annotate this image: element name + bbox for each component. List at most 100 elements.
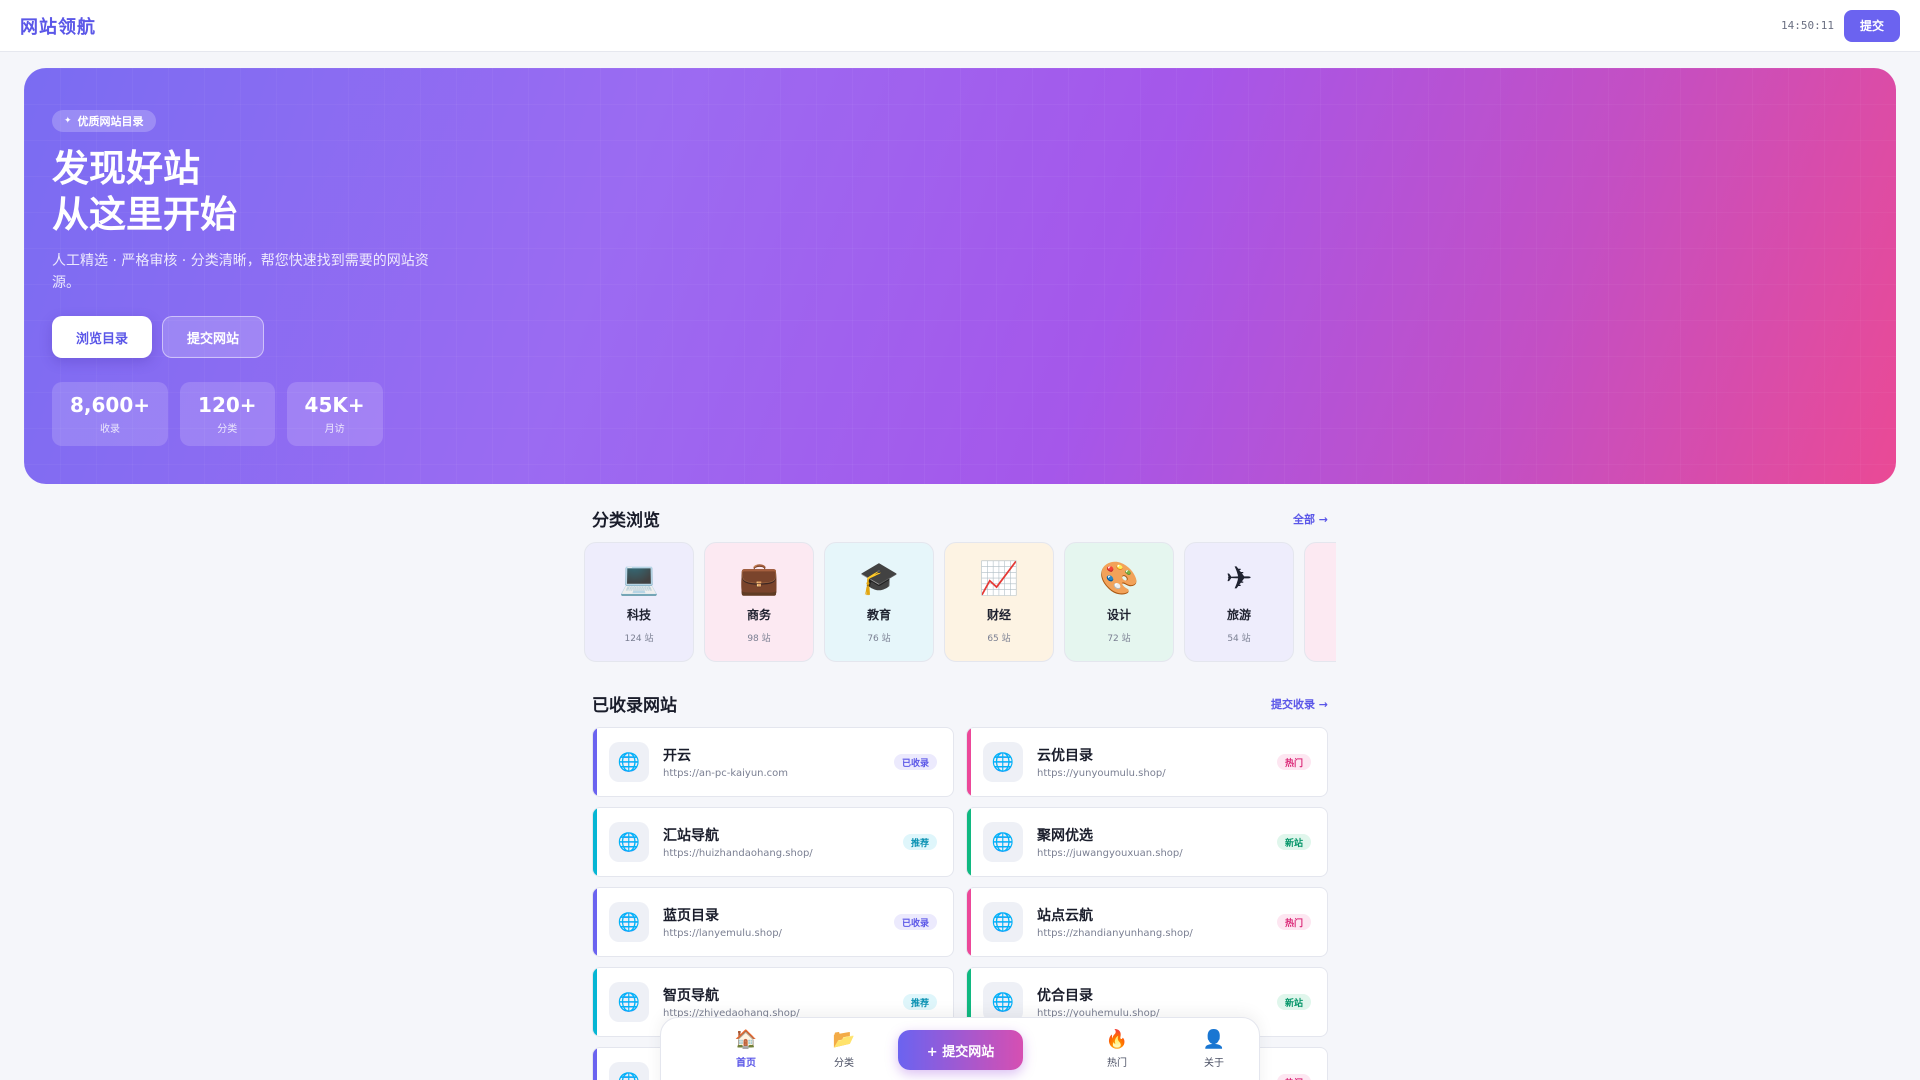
nav-hot[interactable]: 🔥 热门	[1087, 1029, 1147, 1070]
nav-label: 分类	[834, 1058, 854, 1069]
stat-value: 45K+	[304, 393, 365, 417]
site-card[interactable]: 🌐 云优目录 https://yunyoumulu.shop/热门	[966, 727, 1328, 797]
nav-label: 热门	[1107, 1058, 1127, 1069]
site-url[interactable]: https://huizhandaohang.shop/	[663, 848, 903, 859]
hero-title-line1: 发现好站	[52, 147, 200, 190]
globe-icon: 🌐	[983, 982, 1023, 1022]
site-card[interactable]: 🌐 站点云航 https://zhandianyunhang.shop/热门	[966, 887, 1328, 957]
site-text: 站点云航 https://zhandianyunhang.shop/	[1037, 905, 1277, 939]
site-name: 优合目录	[1037, 988, 1093, 1004]
header-submit-button[interactable]: 提交	[1843, 9, 1900, 42]
stat-label: 收录	[100, 424, 121, 435]
top-right: 14:50:11 提交	[1781, 9, 1900, 42]
chart-up-icon: 📈	[979, 559, 1019, 597]
accent-bar	[967, 808, 971, 876]
category-card[interactable]: 🎨 设计 72 站	[1064, 542, 1174, 662]
sites-header: 已收录网站 提交收录 →	[592, 691, 1328, 716]
fire-icon: 🔥	[1105, 1029, 1129, 1050]
globe-icon: 🌐	[983, 822, 1023, 862]
site-url[interactable]: https://lanyemulu.shop/	[663, 928, 894, 939]
sparkle-icon: ✦	[64, 116, 72, 126]
site-url[interactable]: https://juwangyouxuan.shop/	[1037, 848, 1277, 859]
site-tag: 新站	[1276, 994, 1311, 1010]
site-url[interactable]: https://yunyoumulu.shop/	[1037, 768, 1277, 779]
site-tag: 已收录	[893, 914, 937, 930]
accent-bar	[967, 888, 971, 956]
graduation-cap-icon: 🎓	[859, 559, 899, 597]
site-card[interactable]: 🌐 蓝页目录 https://lanyemulu.shop/已收录	[592, 887, 954, 957]
site-tag: 已收录	[893, 754, 937, 770]
bottom-nav: 🏠 首页 📂 分类 + 提交网站 🔥 热门 👤 关于	[660, 1017, 1260, 1080]
stat-value: 120+	[198, 393, 257, 417]
globe-icon: 🌐	[609, 742, 649, 782]
accent-bar	[593, 728, 597, 796]
globe-icon: 🌐	[609, 982, 649, 1022]
site-name: 蓝页目录	[663, 908, 719, 924]
hero-title-line2: 从这里开始	[52, 193, 237, 236]
accent-bar	[593, 808, 597, 876]
site-card[interactable]: 🌐 开云 https://an-pc-kaiyun.com 已收录	[592, 727, 954, 797]
browse-directory-button[interactable]: 浏览目录	[52, 316, 152, 358]
stat-label: 月访	[324, 424, 345, 435]
site-tag: 新站	[1276, 834, 1311, 850]
globe-icon: 🌐	[609, 902, 649, 942]
hero-actions: 浏览目录 提交网站	[52, 316, 472, 358]
category-count: 124 站	[624, 634, 654, 644]
nav-submit-site-button[interactable]: + 提交网站	[898, 1030, 1023, 1070]
category-count: 76 站	[867, 634, 891, 644]
site-name: 智页导航	[663, 988, 719, 1004]
site-text: 聚网优选 https://juwangyouxuan.shop/	[1037, 825, 1277, 859]
submit-listing-link[interactable]: 提交收录 →	[1271, 696, 1328, 712]
airplane-icon: ✈	[1225, 559, 1253, 597]
hero-content: ✦ 优质网站目录 发现好站 从这里开始 人工精选 · 严格审核 · 分类清晰，帮…	[52, 108, 472, 446]
hero-submit-site-button[interactable]: 提交网站	[162, 316, 264, 358]
site-card[interactable]: 🌐 聚网优选 https://juwangyouxuan.shop/新站	[966, 807, 1328, 877]
site-name: 汇站导航	[663, 828, 719, 844]
home-icon: 🏠	[734, 1029, 758, 1050]
site-name: 聚网优选	[1037, 828, 1093, 844]
stat-label: 分类	[217, 424, 238, 435]
site-name: 站点云航	[1037, 908, 1093, 924]
hero-stats: 8,600+ 收录 120+ 分类 45K+ 月访	[52, 382, 472, 446]
site-text: 云优目录 https://yunyoumulu.shop/	[1037, 745, 1277, 779]
palette-icon: 🎨	[1099, 559, 1139, 597]
category-card[interactable]: 💼 商务 98 站	[704, 542, 814, 662]
categories-title: 分类浏览	[592, 511, 660, 531]
category-card[interactable]: 📈 财经 65 站	[944, 542, 1054, 662]
view-all-categories-link[interactable]: 全部 →	[1293, 511, 1328, 527]
brand-logo[interactable]: 网站领航	[20, 13, 96, 39]
globe-icon: 🌐	[983, 742, 1023, 782]
nav-label: 首页	[736, 1058, 756, 1069]
site-name: 开云	[663, 748, 691, 764]
folder-icon: 📂	[832, 1029, 856, 1050]
category-card[interactable]: 🎓 教育 76 站	[824, 542, 934, 662]
hero-banner: ✦ 优质网站目录 发现好站 从这里开始 人工精选 · 严格审核 · 分类清晰，帮…	[24, 68, 1896, 484]
nav-categories[interactable]: 📂 分类	[814, 1029, 874, 1070]
site-tag: 热门	[1276, 1074, 1311, 1080]
category-card[interactable]: ✈ 旅游 54 站	[1184, 542, 1294, 662]
category-carousel[interactable]: 💻 科技 124 站 💼 商务 98 站 🎓 教育 76 站 📈 财经 65 站 🎨 设计 72 站 ✈ 旅游 5…	[584, 542, 1336, 662]
category-card[interactable]	[1304, 542, 1336, 662]
accent-bar	[593, 968, 597, 1036]
nav-home[interactable]: 🏠 首页	[716, 1029, 776, 1070]
accent-bar	[593, 888, 597, 956]
site-name: 云优目录	[1037, 748, 1093, 764]
site-text: 开云 https://an-pc-kaiyun.com	[663, 745, 894, 779]
site-card[interactable]: 🌐 汇站导航 https://huizhandaohang.shop/推荐	[592, 807, 954, 877]
category-card[interactable]: 💻 科技 124 站	[584, 542, 694, 662]
hero-title: 发现好站 从这里开始	[52, 146, 472, 238]
briefcase-icon: 💼	[739, 559, 779, 597]
stat-monthly-visits: 45K+ 月访	[286, 382, 383, 446]
site-tag: 热门	[1276, 754, 1311, 770]
globe-icon: 🌐	[983, 902, 1023, 942]
accent-bar	[593, 1048, 597, 1080]
site-url[interactable]: https://an-pc-kaiyun.com	[663, 768, 894, 779]
sites-title: 已收录网站	[592, 696, 677, 716]
nav-about[interactable]: 👤 关于	[1184, 1030, 1244, 1070]
category-name: 教育	[866, 608, 891, 622]
stat-sites: 8,600+ 收录	[52, 382, 169, 446]
category-name: 商务	[746, 608, 771, 622]
globe-icon: 🌐	[609, 1062, 649, 1080]
site-text: 汇站导航 https://huizhandaohang.shop/	[663, 825, 903, 859]
site-url[interactable]: https://zhandianyunhang.shop/	[1037, 928, 1277, 939]
